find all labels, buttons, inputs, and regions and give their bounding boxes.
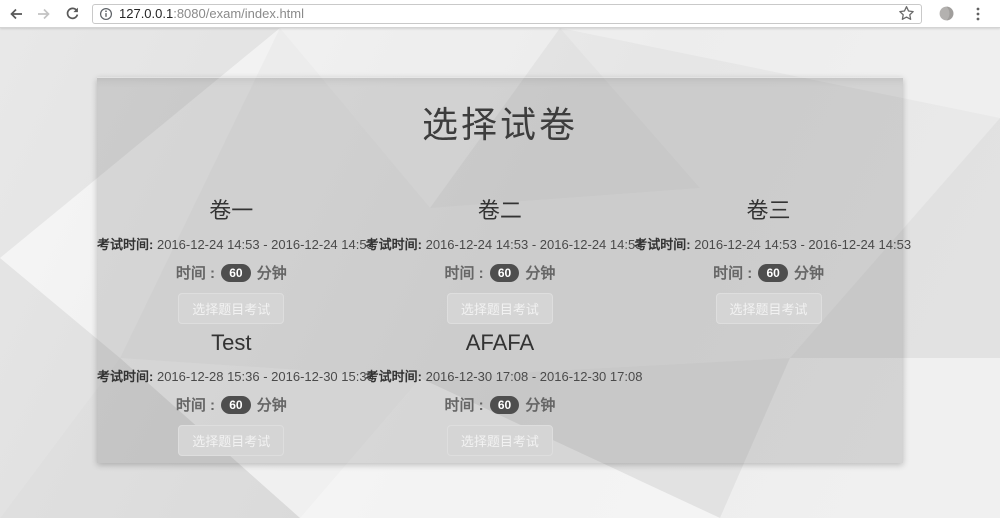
duration-unit: 分钟 bbox=[256, 397, 287, 414]
button-row: 选择题目考试 bbox=[634, 283, 903, 324]
paper-name: Test bbox=[211, 330, 252, 355]
duration-row: 时间 : 60 分钟 bbox=[97, 394, 366, 415]
exam-paper-card: AFAFA 考试时间: 2016-12-30 17:08 - 2016-12-3… bbox=[365, 329, 643, 456]
duration-label: 时间 : bbox=[175, 265, 216, 282]
paper-name: AFAFA bbox=[465, 330, 535, 355]
duration-unit: 分钟 bbox=[525, 397, 556, 414]
exam-time-row: 考试时间: 2016-12-28 15:36 - 2016-12-30 15:3… bbox=[97, 366, 374, 385]
button-row: 选择题目考试 bbox=[366, 283, 635, 324]
duration-badge: 60 bbox=[221, 264, 251, 282]
papers-grid: 卷一 考试时间: 2016-12-24 14:53 - 2016-12-24 1… bbox=[97, 197, 911, 461]
toolbar-right-icons bbox=[930, 2, 994, 26]
exam-time-range: 2016-12-30 17:08 - 2016-12-30 17:08 bbox=[425, 369, 643, 384]
duration-label: 时间 : bbox=[713, 265, 753, 282]
duration-badge: 60 bbox=[221, 396, 251, 414]
extension-globe-icon[interactable] bbox=[934, 2, 958, 26]
page-title: 选择试卷 bbox=[421, 104, 578, 145]
page-content: 选择试卷 卷一 考试时间: 2016-12-24 14:53 - 2016-12… bbox=[0, 28, 1000, 518]
exam-paper-card: Test 考试时间: 2016-12-28 15:36 - 2016-12-30… bbox=[97, 329, 374, 456]
duration-row: 时间 : 60 分钟 bbox=[366, 262, 635, 283]
select-exam-button[interactable]: 选择题目考试 bbox=[446, 425, 553, 456]
exam-time-label: 考试时间: bbox=[97, 369, 154, 384]
exam-time-range: 2016-12-28 15:36 - 2016-12-30 15:36 bbox=[156, 369, 374, 384]
exam-paper-card: 卷二 考试时间: 2016-12-24 14:53 - 2016-12-24 1… bbox=[365, 197, 643, 324]
paper-name: 卷二 bbox=[477, 198, 522, 223]
star-icon[interactable] bbox=[898, 5, 915, 22]
address-bar[interactable]: 127.0.0.1:8080/exam/index.html bbox=[92, 3, 922, 24]
duration-row: 时间 : 60 分钟 bbox=[97, 262, 366, 283]
exam-time-range: 2016-12-24 14:53 - 2016-12-24 14:53 bbox=[156, 237, 374, 252]
select-exam-button[interactable]: 选择题目考试 bbox=[715, 293, 822, 324]
url-path: :8080/exam/index.html bbox=[173, 6, 305, 21]
browser-window: 127.0.0.1:8080/exam/index.html 选择试卷 卷一 考… bbox=[0, 0, 1000, 518]
exam-time-row: 考试时间: 2016-12-30 17:08 - 2016-12-30 17:0… bbox=[365, 366, 643, 385]
exam-time-label: 考试时间: bbox=[634, 237, 691, 252]
refresh-icon[interactable] bbox=[60, 2, 84, 26]
select-exam-button[interactable]: 选择题目考试 bbox=[446, 293, 553, 324]
info-icon[interactable] bbox=[99, 7, 113, 21]
exam-time-row: 考试时间: 2016-12-24 14:53 - 2016-12-24 14:5… bbox=[365, 234, 643, 253]
exam-time-label: 考试时间: bbox=[97, 237, 154, 252]
duration-badge: 60 bbox=[758, 264, 788, 282]
exam-time-label: 考试时间: bbox=[365, 237, 422, 252]
exam-paper-card: 卷三 考试时间: 2016-12-24 14:53 - 2016-12-24 1… bbox=[634, 197, 911, 324]
duration-unit: 分钟 bbox=[256, 265, 287, 282]
duration-row: 时间 : 60 分钟 bbox=[634, 262, 903, 283]
exam-time-row: 考试时间: 2016-12-24 14:53 - 2016-12-24 14:5… bbox=[634, 234, 911, 253]
duration-unit: 分钟 bbox=[525, 265, 556, 282]
duration-row: 时间 : 60 分钟 bbox=[366, 394, 635, 415]
button-row: 选择题目考试 bbox=[366, 415, 635, 456]
paper-name: 卷一 bbox=[209, 198, 254, 223]
exam-time-row: 考试时间: 2016-12-24 14:53 - 2016-12-24 14:5… bbox=[97, 234, 374, 253]
duration-label: 时间 : bbox=[175, 397, 216, 414]
select-exam-button[interactable]: 选择题目考试 bbox=[178, 293, 285, 324]
button-row: 选择题目考试 bbox=[97, 415, 366, 456]
exam-paper-card: 卷一 考试时间: 2016-12-24 14:53 - 2016-12-24 1… bbox=[97, 197, 374, 324]
browser-toolbar: 127.0.0.1:8080/exam/index.html bbox=[0, 0, 1000, 28]
exam-panel: 选择试卷 卷一 考试时间: 2016-12-24 14:53 - 2016-12… bbox=[97, 77, 911, 463]
paper-name: 卷三 bbox=[746, 198, 791, 223]
duration-unit: 分钟 bbox=[793, 265, 824, 282]
button-row: 选择题目考试 bbox=[97, 283, 366, 324]
exam-time-range: 2016-12-24 14:53 - 2016-12-24 14:53 bbox=[425, 237, 643, 252]
back-arrow-icon[interactable] bbox=[4, 2, 28, 26]
url-host: 127.0.0.1 bbox=[119, 6, 174, 21]
select-exam-button[interactable]: 选择题目考试 bbox=[178, 425, 285, 456]
exam-time-range: 2016-12-24 14:53 - 2016-12-24 14:53 bbox=[694, 237, 912, 252]
duration-badge: 60 bbox=[489, 396, 520, 414]
duration-label: 时间 : bbox=[444, 265, 484, 282]
forward-arrow-icon[interactable] bbox=[32, 2, 56, 26]
menu-dots-icon[interactable] bbox=[966, 2, 990, 26]
duration-label: 时间 : bbox=[444, 397, 484, 414]
exam-time-label: 考试时间: bbox=[365, 369, 422, 384]
url-text[interactable]: 127.0.0.1:8080/exam/index.html bbox=[119, 6, 304, 21]
duration-badge: 60 bbox=[489, 264, 520, 282]
